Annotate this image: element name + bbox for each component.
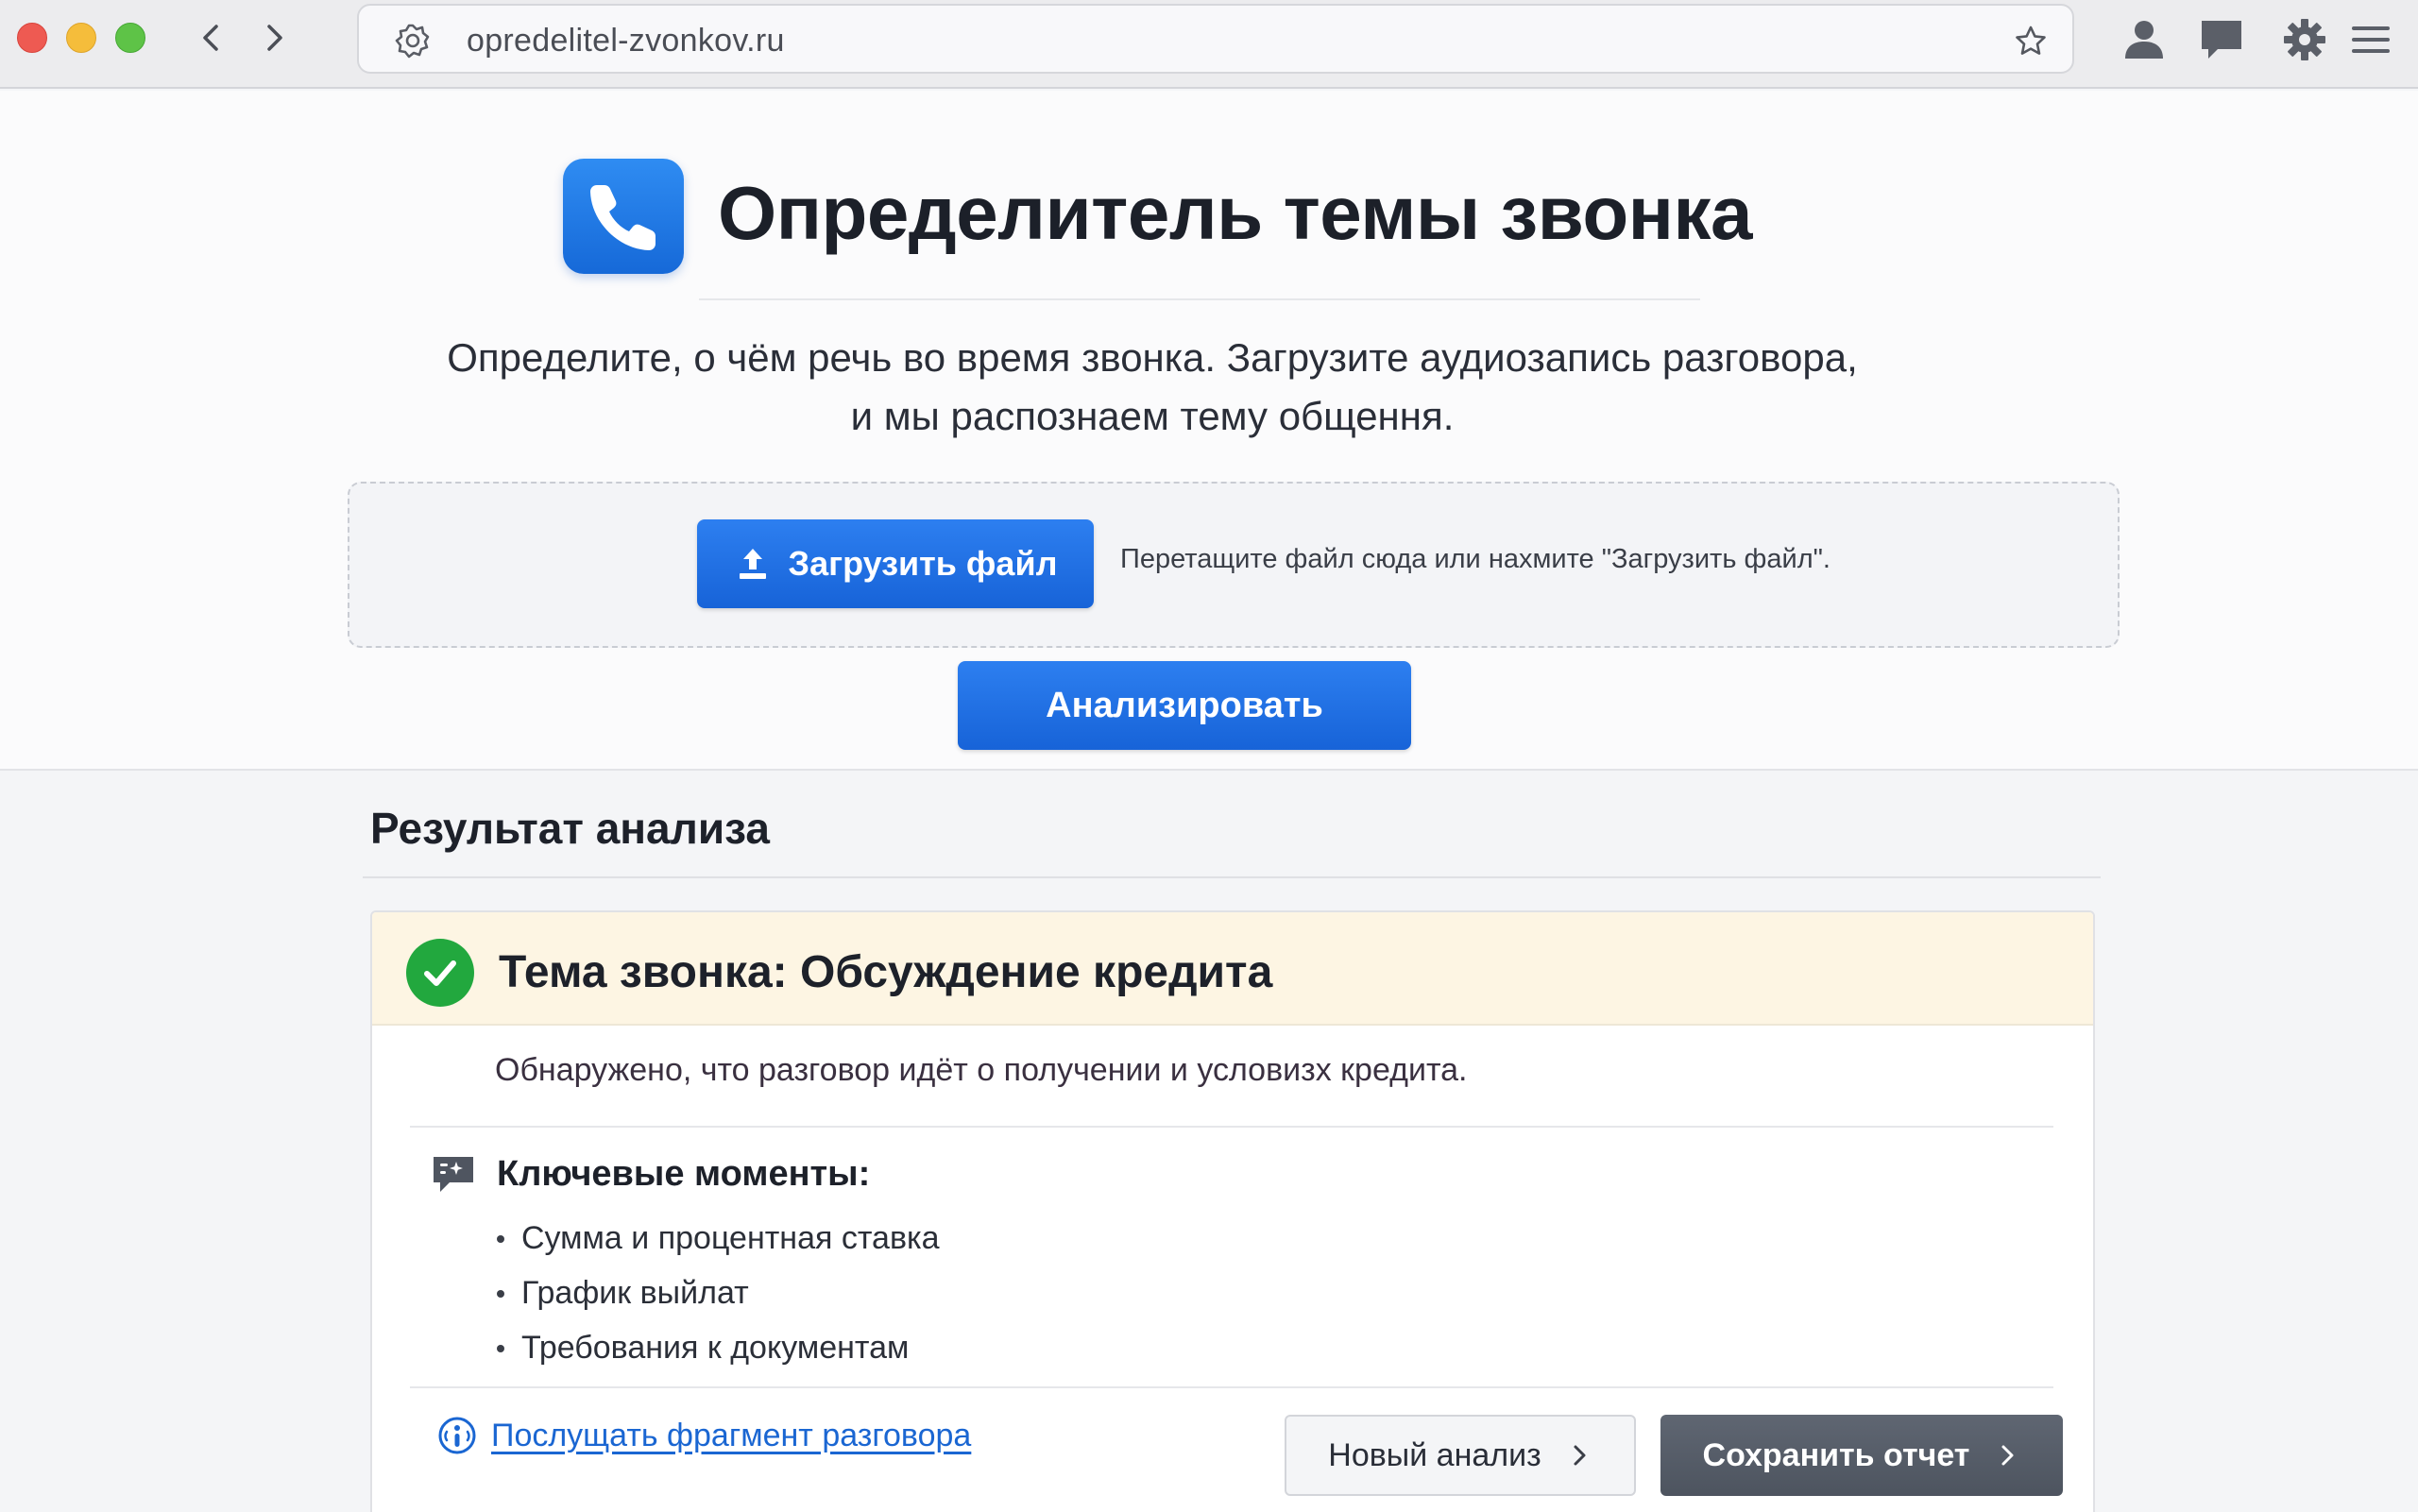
key-points-title: Ключевые моменты: [497,1154,871,1194]
browser-toolbar: opredelitel-zvonkov.ru [0,0,2418,89]
chevron-right-icon [267,25,282,51]
listen-fragment-label[interactable]: Послущать фрагмент разговора [491,1418,971,1454]
upload-section: Определитель темы звонка Определите, о ч… [0,91,2418,771]
phone-icon [590,185,656,250]
upload-icon [739,549,766,579]
url-text[interactable]: opredelitel-zvonkov.ru [467,23,785,59]
result-card: Тема звонка: Обсуждение кредита Обнаруже… [370,910,2095,1512]
upload-file-label: Загрузить файл [788,544,1058,583]
address-bar[interactable]: opredelitel-zvonkov.ru [357,4,2074,74]
user-icon [2125,21,2163,59]
back-button[interactable] [191,17,232,59]
minimize-window-button[interactable] [66,23,96,53]
bookmark-star-icon[interactable] [2012,23,2050,60]
list-item: Требования к документам [497,1320,940,1375]
card-divider [410,1126,2053,1128]
app-logo [563,159,684,274]
list-item: График выйлат [497,1266,940,1320]
forward-button[interactable] [253,17,295,59]
menu-button[interactable] [2346,15,2395,64]
file-dropzone[interactable]: Загрузить файл Перетащите файл сюда или … [348,482,2120,648]
profile-button[interactable] [2120,15,2169,64]
site-icon [395,24,430,59]
analyze-button[interactable]: Анализировать [958,661,1411,750]
save-report-button[interactable]: Сохранить отчет [1660,1415,2063,1496]
page-title: Определитель темы звонка [718,171,1753,255]
new-analysis-label: Новый анализ [1328,1436,1541,1473]
chevron-right-icon [2001,1445,2014,1466]
new-analysis-button[interactable]: Новый анализ [1285,1415,1636,1496]
dropzone-hint: Перетащите файл сюда или нахмите "Загруз… [1120,544,1831,574]
chevron-left-icon [203,25,218,51]
close-window-button[interactable] [17,23,47,53]
list-item: Сумма и процентная ставка [497,1211,940,1266]
title-divider [699,298,1700,300]
gear-icon [2284,19,2325,60]
call-topic-title: Тема звонка: Обсуждение кредита [499,947,1273,997]
settings-button[interactable] [2280,15,2329,64]
chevron-right-icon [1574,1445,1586,1466]
messages-button[interactable] [2197,15,2246,64]
result-section-title: Результат анализа [370,804,770,853]
maximize-window-button[interactable] [115,23,145,53]
success-check-icon [406,939,474,1007]
key-points-icon [434,1157,473,1192]
hamburger-menu-icon [2352,26,2390,53]
subtitle-line-1: Определите, о чём речь во время звонка. … [447,335,1858,380]
chat-bubble-icon [2202,21,2241,59]
listen-fragment-link[interactable]: Послущать фрагмент разговора [436,1415,971,1456]
page-subtitle: Определите, о чём речь во время звонка. … [359,329,1946,446]
save-report-label: Сохранить отчет [1702,1436,1970,1473]
audio-info-icon [438,1417,476,1454]
key-points-list: Сумма и процентная ставка График выйлат … [497,1211,940,1375]
subtitle-line-2: и мы распознаем тему общення. [850,394,1455,438]
result-card-header: Тема звонка: Обсуждение кредита [372,912,2093,1026]
upload-file-button[interactable]: Загрузить файл [697,519,1094,608]
topic-description: Обнаружено, что разговор идёт о получени… [495,1052,1468,1088]
card-divider [410,1386,2053,1388]
result-divider [363,876,2101,878]
